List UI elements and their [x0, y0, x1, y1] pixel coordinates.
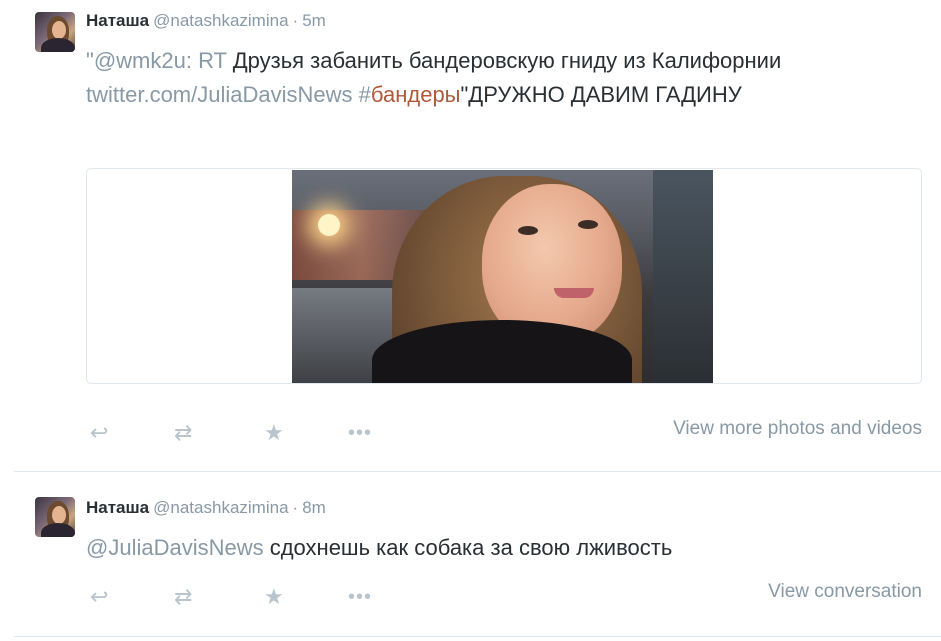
view-more-media-link[interactable]: View more photos and videos [673, 418, 922, 440]
hashtag-link[interactable]: #бандеры [359, 82, 461, 107]
author-handle[interactable]: @natashkazimina [153, 11, 288, 30]
more-icon[interactable]: ••• [348, 421, 372, 445]
view-conversation-link[interactable]: View conversation [768, 581, 922, 603]
tweet-timestamp[interactable]: 5m [302, 11, 326, 30]
tweet-header: Наташа @natashkazimina · 8m [86, 498, 326, 518]
tweet-header: Наташа @natashkazimina · 5m [86, 11, 326, 31]
divider [14, 636, 941, 637]
mention-link[interactable]: @wmk2u [94, 48, 186, 73]
author-handle[interactable]: @natashkazimina [153, 498, 288, 517]
mention-link[interactable]: @JuliaDavisNews [86, 535, 264, 560]
favorite-icon[interactable]: ★ [264, 585, 284, 609]
author-name[interactable]: Наташа [86, 498, 149, 517]
tweet-text-main: сдохнешь как собака за свою лживость [263, 535, 673, 560]
tweet-text-end: "ДРУЖНО ДАВИМ ГАДИНУ [460, 82, 742, 107]
tweet-text: "@wmk2u: RT Друзья забанить бандеровскую… [86, 44, 906, 112]
retweet-icon[interactable]: ⇄ [174, 421, 192, 445]
tweet-photo[interactable] [292, 170, 713, 383]
author-name[interactable]: Наташа [86, 11, 149, 30]
separator-dot: · [292, 498, 299, 517]
tweet-text-main: Друзья забанить бандеровскую гниду из Ка… [232, 48, 782, 73]
avatar[interactable] [35, 497, 75, 537]
reply-icon[interactable]: ↩ [90, 421, 108, 445]
hashtag-text: бандеры [370, 82, 461, 107]
retweet-icon[interactable]: ⇄ [174, 585, 192, 609]
tweet-text-rt: : RT [185, 48, 233, 73]
tweet-text: @JuliaDavisNews сдохнешь как собака за с… [86, 531, 906, 565]
url-link[interactable]: twitter.com/JuliaDavisNews [86, 82, 353, 107]
reply-icon[interactable]: ↩ [90, 585, 108, 609]
more-icon[interactable]: ••• [348, 585, 372, 609]
quote-mark: " [86, 48, 94, 73]
tweet-timestamp[interactable]: 8m [302, 498, 326, 517]
divider [14, 471, 941, 472]
hashtag-symbol: # [358, 82, 371, 107]
favorite-icon[interactable]: ★ [264, 421, 284, 445]
separator-dot: · [292, 11, 299, 30]
avatar[interactable] [35, 12, 75, 52]
